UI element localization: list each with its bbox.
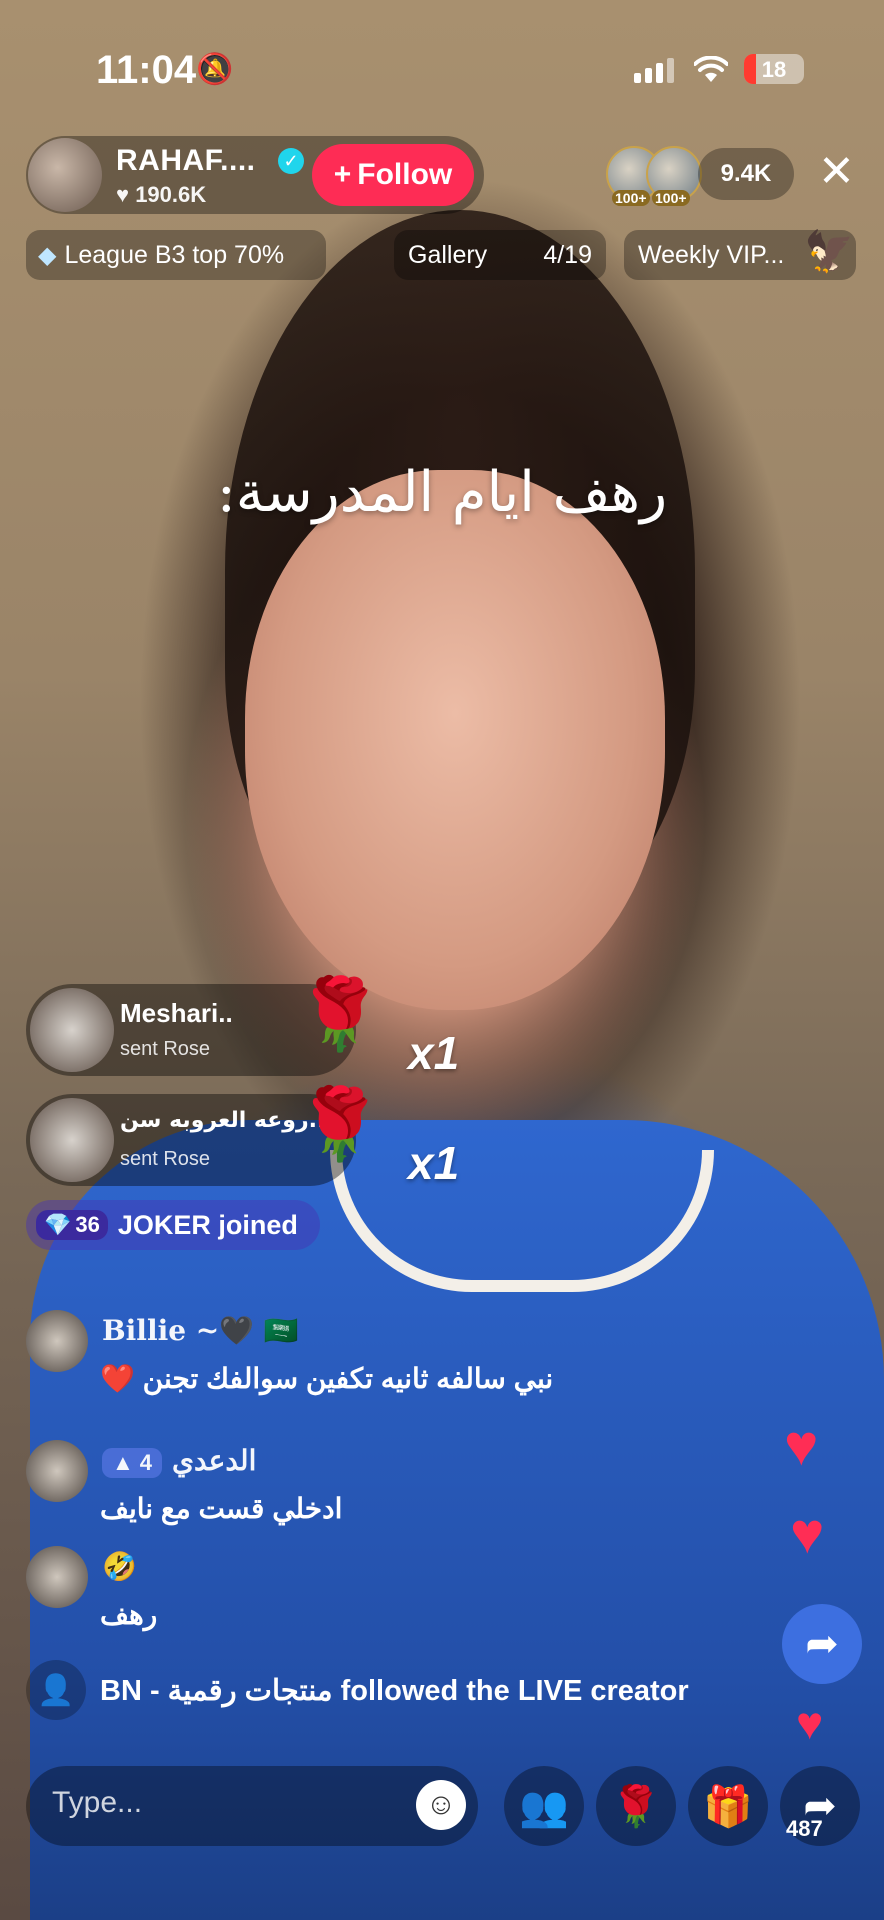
follow-event: 👤 BN - منتجات رقمية followed the LIVE cr…: [26, 1660, 746, 1720]
comment-item[interactable]: Billie ~🖤 🇸🇦 نبي سالفه ثانيه تكفين سوالف…: [26, 1310, 666, 1410]
host-avatar[interactable]: [28, 138, 102, 212]
heart-icon: ♥: [784, 1413, 819, 1478]
eagle-badge-icon: 🦅: [804, 230, 854, 274]
follow-label: Follow: [357, 158, 453, 191]
gallery-label: Gallery: [408, 240, 488, 269]
league-pill[interactable]: ◆ League B3 top 70%: [26, 230, 326, 280]
host-name: RAHAF....: [116, 144, 256, 177]
host-likes-value: 190.6K: [135, 182, 207, 207]
rose-gift-icon: 🌹: [296, 975, 384, 1053]
emoji-icon[interactable]: ☺: [416, 1780, 466, 1830]
viewer-badge: 100+: [652, 190, 690, 206]
commenter-name: الدعدي: [172, 1444, 257, 1477]
join-text: JOKER joined: [117, 1209, 298, 1240]
level-chip: ▲ 4: [102, 1448, 163, 1478]
close-icon[interactable]: ✕: [818, 150, 855, 194]
top-viewer-avatar[interactable]: 100+: [646, 146, 702, 206]
comment-item[interactable]: 🤣 رهف: [26, 1546, 666, 1646]
level-badge: 💎 36: [36, 1210, 108, 1240]
video-host-face: [245, 470, 665, 1010]
gift-notification[interactable]: روعه العروبه سن... sent Rose 🌹: [26, 1085, 383, 1186]
gifter-name: Meshari..: [120, 998, 233, 1028]
video-caption: رهف ايام المدرسة:: [216, 460, 668, 525]
gallery-count: 4/19: [543, 240, 592, 269]
viewer-summary[interactable]: 100+ 100+ 9.4K: [606, 146, 794, 206]
wifi-icon: [694, 56, 728, 82]
gifter-avatar[interactable]: [30, 1098, 114, 1182]
battery-indicator: 18: [744, 54, 804, 84]
diamond-icon: ◆: [38, 241, 57, 269]
gifter-avatar[interactable]: [30, 988, 114, 1072]
comment-text: نبي سالفه ثانيه تكفين سوالفك تجنن ❤️: [100, 1363, 554, 1394]
follow-button[interactable]: + Follow: [312, 144, 474, 206]
follow-event-text: BN - منتجات رقمية followed the LIVE crea…: [100, 1674, 689, 1707]
gift-icon[interactable]: 🎁: [688, 1766, 768, 1846]
silent-bell-icon: 🔕: [196, 53, 234, 86]
comment-input[interactable]: Type... ☺: [26, 1766, 478, 1846]
gallery-pill[interactable]: Gallery 4/19: [394, 230, 606, 280]
rose-gift-icon: 🌹: [296, 1085, 384, 1163]
host-likes: ♥ 190.6K: [116, 182, 207, 207]
share-arrow-icon[interactable]: ➦: [782, 1604, 862, 1684]
comment-placeholder: Type...: [52, 1786, 143, 1819]
gift-count: x1: [408, 1137, 460, 1189]
rose-icon[interactable]: 🌹: [596, 1766, 676, 1846]
commenter-header[interactable]: ▲ 4 الدعدي: [102, 1444, 256, 1478]
battery-level: 18: [761, 57, 787, 82]
arrow-up-icon: ▲: [112, 1450, 134, 1475]
comment-item[interactable]: ▲ 4 الدعدي ادخلي قست مع نايف: [26, 1440, 666, 1540]
gift-action: sent Rose: [120, 1038, 211, 1060]
status-time: 11:04: [96, 48, 197, 92]
gift-action: sent Rose: [120, 1148, 211, 1170]
commenter-name[interactable]: Billie ~🖤 🇸🇦: [102, 1314, 299, 1347]
level-value: 36: [75, 1212, 100, 1237]
host-profile-card[interactable]: RAHAF.... ✓ ♥ 190.6K + Follow: [26, 136, 484, 214]
commenter-avatar[interactable]: [26, 1310, 88, 1372]
heart-icon: ♥: [790, 1501, 825, 1566]
league-label: League B3 top 70%: [64, 240, 285, 269]
viewer-count[interactable]: 9.4K: [698, 148, 794, 200]
weekly-vip-label: Weekly VIP...: [638, 240, 785, 269]
level-value: 4: [139, 1450, 153, 1475]
commenter-avatar[interactable]: [26, 1546, 88, 1608]
gift-count: x1: [408, 1027, 460, 1079]
gift-notification[interactable]: Meshari.. sent Rose 🌹: [26, 975, 383, 1076]
bottom-action-bar: Type... ☺ 👥 🌹 🎁 ➦ 487: [0, 1766, 884, 1846]
commenter-name[interactable]: 🤣: [102, 1550, 137, 1583]
viewer-badge: 100+: [612, 190, 650, 206]
user-check-icon: 👤: [26, 1660, 86, 1720]
multi-guest-icon[interactable]: 👥: [504, 1766, 584, 1846]
comment-text: رهف: [100, 1599, 158, 1630]
heart-icon: ♥: [796, 1697, 824, 1749]
gem-icon: 💎: [44, 1212, 72, 1237]
join-notification: 💎 36 JOKER joined: [26, 1200, 320, 1250]
commenter-avatar[interactable]: [26, 1440, 88, 1502]
share-count: 487: [786, 1816, 823, 1841]
comment-text: ادخلي قست مع نايف: [100, 1493, 343, 1524]
verified-badge-icon: ✓: [278, 148, 304, 174]
status-bar: 11:04 🔕 18: [0, 48, 884, 98]
plus-icon: +: [333, 158, 352, 191]
cellular-signal-icon: [634, 58, 674, 83]
